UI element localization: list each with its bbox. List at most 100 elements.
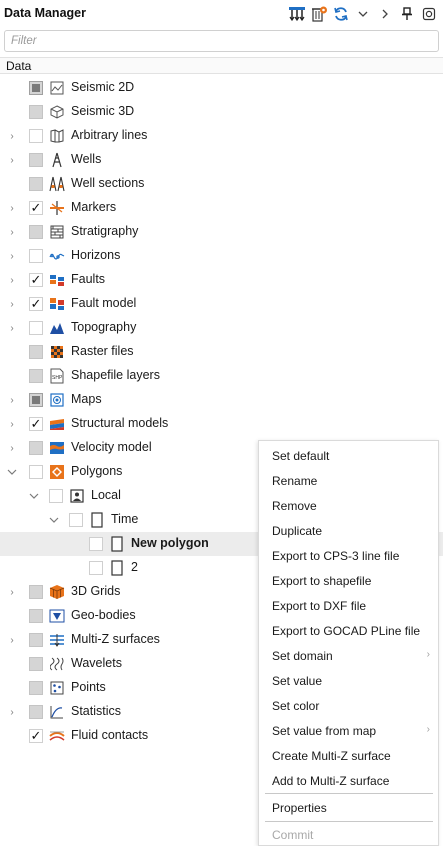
document-icon bbox=[109, 559, 125, 577]
menu-item-rename[interactable]: Rename bbox=[259, 468, 438, 493]
menu-item-create-multi-z[interactable]: Create Multi-Z surface bbox=[259, 743, 438, 768]
menu-item-set-color[interactable]: Set color bbox=[259, 693, 438, 718]
tree-item-checkbox[interactable] bbox=[29, 417, 43, 431]
tree-item-checkbox[interactable] bbox=[29, 345, 43, 359]
menu-item-label: Set color bbox=[272, 699, 320, 713]
chevron-right-icon[interactable]: › bbox=[6, 321, 18, 335]
tree-item-horizons[interactable]: › Horizons bbox=[0, 244, 443, 268]
chevron-right-icon[interactable]: › bbox=[6, 297, 18, 311]
tree-item-checkbox[interactable] bbox=[29, 369, 43, 383]
chevron-right-icon[interactable]: › bbox=[6, 633, 18, 647]
chevron-down-icon[interactable] bbox=[48, 513, 60, 527]
chevron-right-icon[interactable]: › bbox=[6, 153, 18, 167]
tree-item-checkbox[interactable] bbox=[29, 729, 43, 743]
menu-item-remove[interactable]: Remove bbox=[259, 493, 438, 518]
tree-item-maps[interactable]: › Maps bbox=[0, 388, 443, 412]
chevron-right-icon[interactable]: › bbox=[6, 393, 18, 407]
tree-item-checkbox[interactable] bbox=[29, 201, 43, 215]
chevron-down-icon[interactable] bbox=[28, 489, 40, 503]
tree-item-checkbox[interactable] bbox=[29, 273, 43, 287]
menu-item-set-default[interactable]: Set default bbox=[259, 443, 438, 468]
tree-item-checkbox[interactable] bbox=[29, 705, 43, 719]
import-icon[interactable] bbox=[287, 4, 307, 24]
chevron-right-icon[interactable]: › bbox=[6, 705, 18, 719]
chevron-right-icon[interactable]: › bbox=[6, 417, 18, 431]
tree-item-checkbox[interactable] bbox=[29, 609, 43, 623]
tree-item-checkbox[interactable] bbox=[29, 105, 43, 119]
markers-icon bbox=[49, 199, 65, 217]
menu-item-set-value-from-map[interactable]: Set value from map › bbox=[259, 718, 438, 743]
chevron-right-icon[interactable]: › bbox=[6, 441, 18, 455]
chevron-right-icon[interactable]: › bbox=[6, 273, 18, 287]
tree-item-checkbox[interactable] bbox=[29, 441, 43, 455]
tree-item-raster-files[interactable]: Raster files bbox=[0, 340, 443, 364]
filter-input[interactable] bbox=[5, 31, 438, 51]
tree-item-fault-model[interactable]: › Fault model bbox=[0, 292, 443, 316]
tree-item-checkbox[interactable] bbox=[29, 153, 43, 167]
settings-icon[interactable] bbox=[419, 4, 439, 24]
menu-item-export-shapefile[interactable]: Export to shapefile bbox=[259, 568, 438, 593]
tree-item-checkbox[interactable] bbox=[29, 657, 43, 671]
tree-item-label: Statistics bbox=[71, 704, 122, 718]
tree-item-arbitrary-lines[interactable]: › Arbitrary lines bbox=[0, 124, 443, 148]
tree-item-markers[interactable]: › Markers bbox=[0, 196, 443, 220]
menu-item-export-cps3[interactable]: Export to CPS-3 line file bbox=[259, 543, 438, 568]
tree-item-well-sections[interactable]: Well sections bbox=[0, 172, 443, 196]
tree-item-checkbox[interactable] bbox=[29, 129, 43, 143]
refresh-icon[interactable] bbox=[331, 4, 351, 24]
menu-item-add-to-multi-z[interactable]: Add to Multi-Z surface bbox=[259, 768, 438, 793]
menu-item-set-domain[interactable]: Set domain › bbox=[259, 643, 438, 668]
menu-item-export-gocad[interactable]: Export to GOCAD PLine file bbox=[259, 618, 438, 643]
chevron-right-icon[interactable]: › bbox=[6, 225, 18, 239]
tree-item-label: 2 bbox=[131, 560, 138, 574]
tree-item-topography[interactable]: › Topography bbox=[0, 316, 443, 340]
delete-settings-icon[interactable] bbox=[309, 4, 329, 24]
horizons-icon bbox=[49, 247, 65, 265]
chevron-right-icon[interactable]: › bbox=[6, 249, 18, 263]
tree-item-checkbox[interactable] bbox=[69, 513, 83, 527]
tree-item-checkbox[interactable] bbox=[49, 489, 63, 503]
chevron-right-icon[interactable]: › bbox=[6, 201, 18, 215]
menu-item-label: Duplicate bbox=[272, 524, 323, 538]
menu-item-properties[interactable]: Properties bbox=[259, 795, 438, 820]
chevron-down-icon[interactable] bbox=[6, 465, 18, 479]
tree-item-structural-models[interactable]: › Structural models bbox=[0, 412, 443, 436]
tree-item-label: Raster files bbox=[71, 344, 134, 358]
tree-item-checkbox[interactable] bbox=[29, 465, 43, 479]
tree-item-label: 3D Grids bbox=[71, 584, 121, 598]
seismic-3d-icon bbox=[49, 103, 65, 121]
tree-item-checkbox[interactable] bbox=[29, 249, 43, 263]
menu-item-duplicate[interactable]: Duplicate bbox=[259, 518, 438, 543]
tree-item-checkbox[interactable] bbox=[29, 81, 43, 95]
chevron-right-icon[interactable] bbox=[375, 4, 395, 24]
menu-item-export-dxf[interactable]: Export to DXF file bbox=[259, 593, 438, 618]
toolbar bbox=[287, 4, 439, 24]
tree-item-faults[interactable]: › Faults bbox=[0, 268, 443, 292]
tree-item-label: Well sections bbox=[71, 176, 145, 190]
menu-item-label: Create Multi-Z surface bbox=[272, 749, 391, 763]
chevron-right-icon[interactable]: › bbox=[6, 129, 18, 143]
chevron-right-icon[interactable]: › bbox=[6, 585, 18, 599]
tree-item-checkbox[interactable] bbox=[29, 681, 43, 695]
tree-item-stratigraphy[interactable]: › Stratigraphy bbox=[0, 220, 443, 244]
tree-item-seismic-2d[interactable]: Seismic 2D bbox=[0, 76, 443, 100]
tree-item-checkbox[interactable] bbox=[29, 393, 43, 407]
tree-item-wells[interactable]: › Wells bbox=[0, 148, 443, 172]
chevron-down-icon[interactable] bbox=[353, 4, 373, 24]
tree-item-checkbox[interactable] bbox=[89, 537, 103, 551]
tree-item-seismic-3d[interactable]: Seismic 3D bbox=[0, 100, 443, 124]
menu-item-label: Add to Multi-Z surface bbox=[272, 774, 390, 788]
tree-item-label: Points bbox=[71, 680, 106, 694]
tree-item-checkbox[interactable] bbox=[89, 561, 103, 575]
tree-item-shapefile-layers[interactable]: SHP Shapefile layers bbox=[0, 364, 443, 388]
tree-item-checkbox[interactable] bbox=[29, 297, 43, 311]
tree-item-checkbox[interactable] bbox=[29, 321, 43, 335]
pin-icon[interactable] bbox=[397, 4, 417, 24]
well-sections-icon bbox=[49, 175, 65, 193]
menu-item-set-value[interactable]: Set value bbox=[259, 668, 438, 693]
menu-item-label: Remove bbox=[272, 499, 317, 513]
tree-item-checkbox[interactable] bbox=[29, 585, 43, 599]
tree-item-checkbox[interactable] bbox=[29, 633, 43, 647]
tree-item-checkbox[interactable] bbox=[29, 177, 43, 191]
tree-item-checkbox[interactable] bbox=[29, 225, 43, 239]
